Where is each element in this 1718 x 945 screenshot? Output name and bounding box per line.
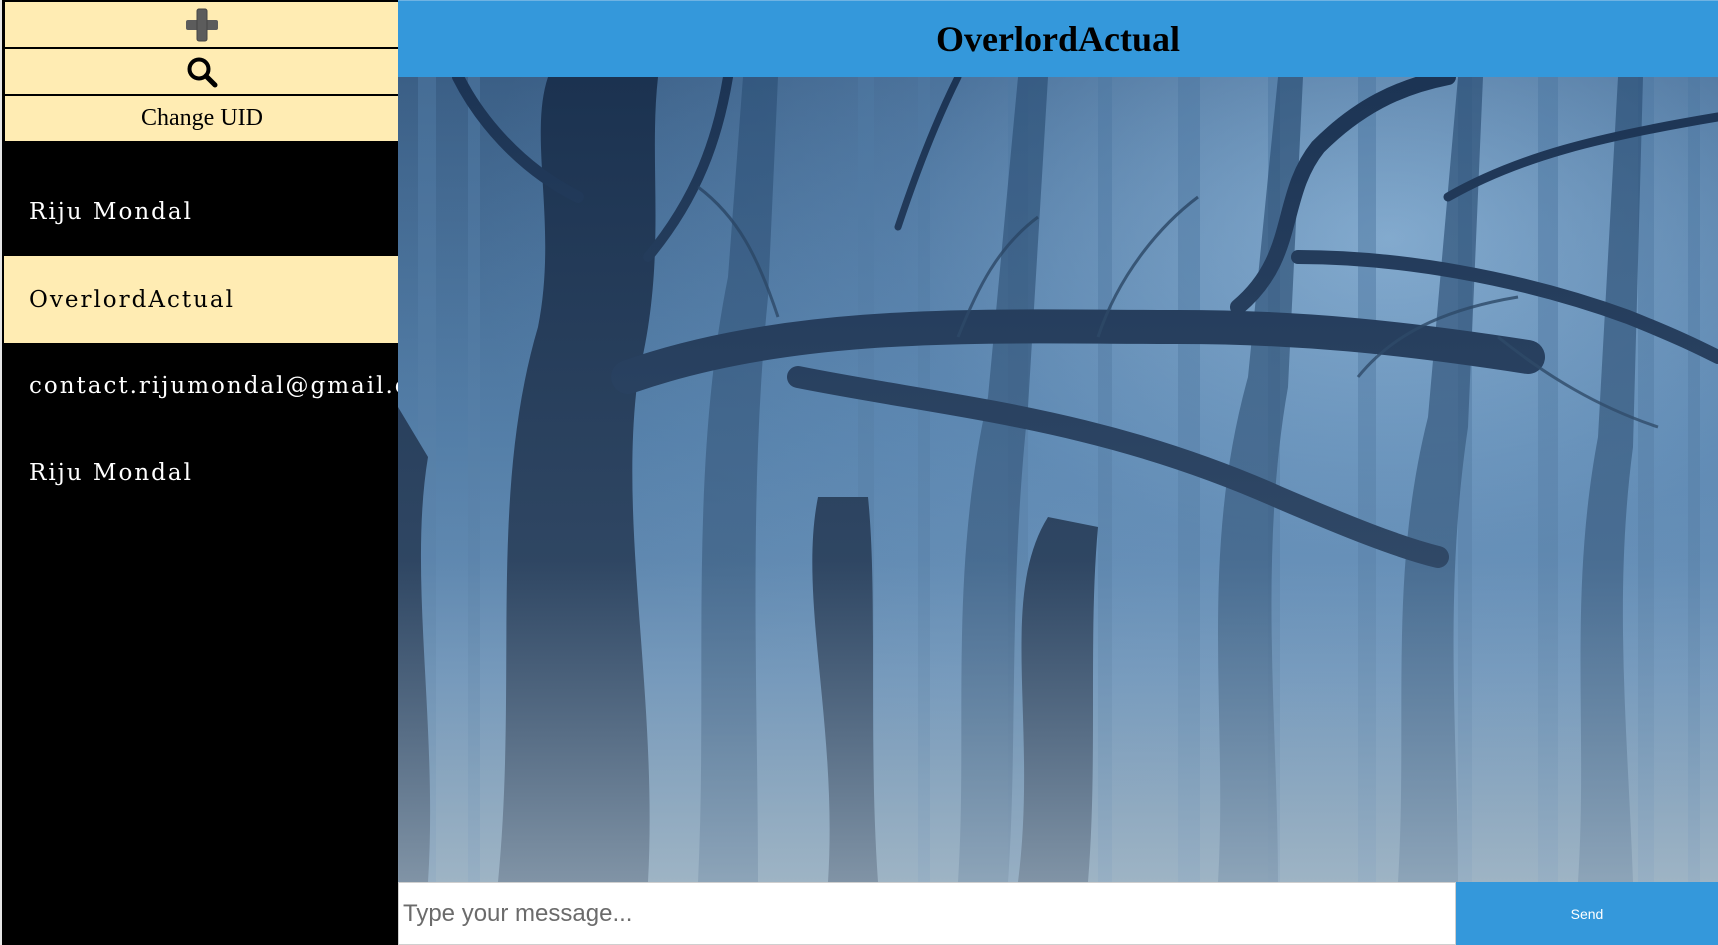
chat-title: OverlordActual — [936, 19, 1180, 59]
contact-name: Riju Mondal — [29, 459, 193, 486]
chat-messages-area — [398, 77, 1718, 882]
plus-icon — [186, 8, 218, 41]
contact-name: OverlordActual — [29, 286, 235, 313]
contact-name: contact.rijumondal@gmail.com — [29, 372, 400, 399]
contact-item[interactable]: Riju Mondal — [4, 168, 400, 255]
contact-item[interactable]: Riju Mondal — [4, 429, 400, 516]
search-icon — [187, 57, 218, 87]
change-uid-button[interactable]: Change UID — [4, 95, 400, 142]
send-button[interactable]: Send — [1456, 882, 1718, 945]
contact-name: Riju Mondal — [29, 198, 193, 225]
contact-item-active[interactable]: OverlordActual — [4, 256, 400, 343]
add-chat-button[interactable] — [4, 1, 400, 48]
sidebar: Change UID Riju Mondal OverlordActual co… — [0, 0, 400, 945]
forest-background-image — [398, 77, 1718, 882]
message-input[interactable] — [398, 882, 1456, 945]
search-button[interactable] — [4, 48, 400, 95]
contact-item[interactable]: contact.rijumondal@gmail.com — [4, 342, 400, 429]
chat-header: OverlordActual — [398, 0, 1718, 77]
change-uid-label: Change UID — [141, 105, 263, 131]
